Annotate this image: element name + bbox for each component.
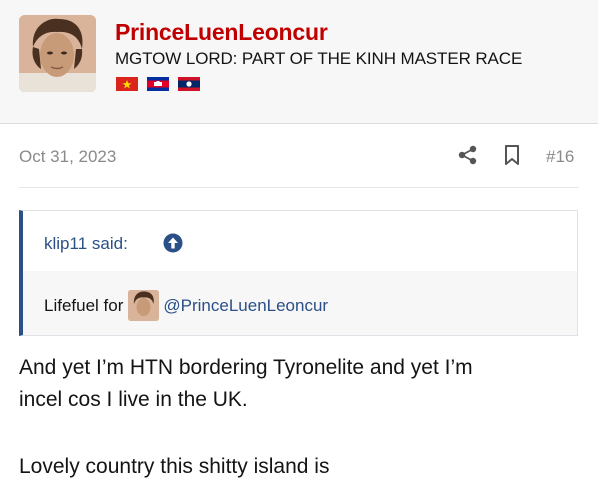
user-title: MGTOW LORD: PART OF THE KINH MASTER RACE [115,49,523,68]
quote-text: Lifefuel for [44,295,124,315]
quote-content: Lifefuel for @PrinceLuenLeoncur [44,290,328,321]
bookmark-icon[interactable] [503,144,521,166]
quote-block: klip11 said: Lifefuel for @PrinceLuenLeo… [19,210,578,336]
post-date[interactable]: Oct 31, 2023 [19,147,116,167]
user-avatar[interactable] [19,15,96,92]
user-flags [116,77,200,91]
arrow-up-circle-icon[interactable] [163,233,183,253]
quote-header: klip11 said: [23,211,577,271]
share-icon[interactable] [457,144,479,166]
post-number-link[interactable]: #16 [546,147,574,167]
post-user-header: PrinceLuenLeoncur MGTOW LORD: PART OF TH… [0,0,598,124]
post-body-line: And yet I’m HTN bordering Tyronelite and… [19,356,473,379]
username-link[interactable]: PrinceLuenLeoncur [115,19,328,46]
quote-author-link[interactable]: klip11 said: [44,234,128,254]
laos-flag-icon [178,77,200,91]
mention-avatar[interactable] [128,290,160,321]
vietnam-flag-icon [116,77,138,91]
user-mention-link[interactable]: @PrinceLuenLeoncur [163,296,328,316]
divider [19,187,579,188]
post-body-line: incel cos I live in the UK. [19,388,248,411]
cambodia-flag-icon [147,77,169,91]
post-body-line: Lovely country this shitty island is [19,455,330,478]
